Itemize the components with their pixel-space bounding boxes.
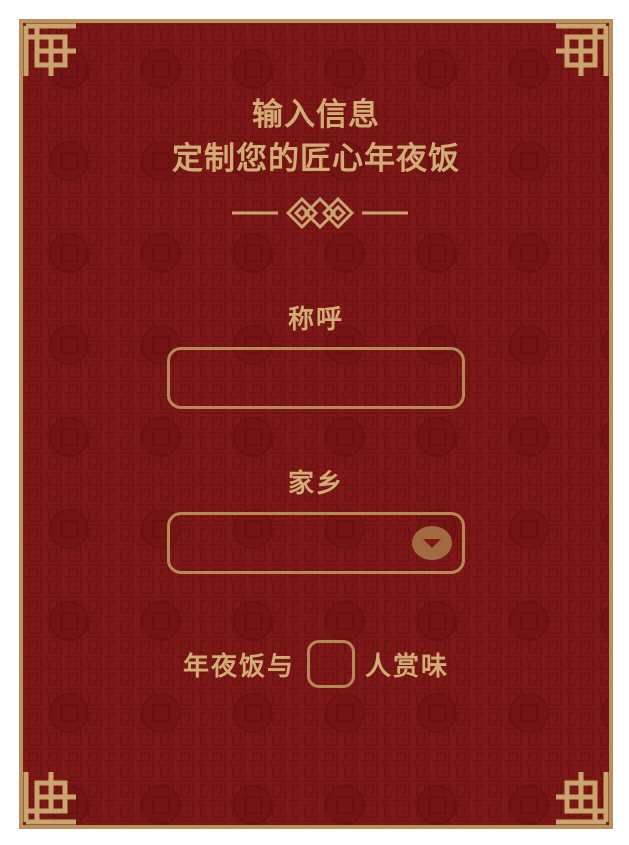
page-title: 输入信息 bbox=[252, 97, 380, 133]
name-input[interactable] bbox=[170, 350, 462, 406]
name-label: 称呼 bbox=[287, 305, 344, 335]
party-size-input[interactable] bbox=[310, 643, 356, 687]
party-suffix-text: 人赏味 bbox=[365, 651, 450, 682]
form-card: 输入信息 定制您的匠心年夜饭 称呼 家乡 年夜饭与 人赏味 bbox=[19, 19, 613, 829]
hometown-label: 家乡 bbox=[287, 469, 344, 499]
chevron-down-icon[interactable] bbox=[412, 526, 452, 560]
name-field[interactable] bbox=[167, 347, 465, 409]
corner-knot-ornament bbox=[23, 772, 76, 825]
corner-knot-ornament bbox=[556, 23, 609, 76]
hometown-select[interactable] bbox=[167, 512, 465, 574]
page-subtitle: 定制您的匠心年夜饭 bbox=[172, 141, 460, 177]
party-prefix-text: 年夜饭与 bbox=[182, 651, 295, 682]
corner-knot-ornament bbox=[23, 23, 76, 76]
party-size-row: 年夜饭与 人赏味 bbox=[23, 636, 609, 692]
corner-knot-ornament bbox=[556, 772, 609, 825]
knot-divider-ornament bbox=[232, 196, 408, 230]
party-size-field[interactable] bbox=[307, 640, 356, 688]
